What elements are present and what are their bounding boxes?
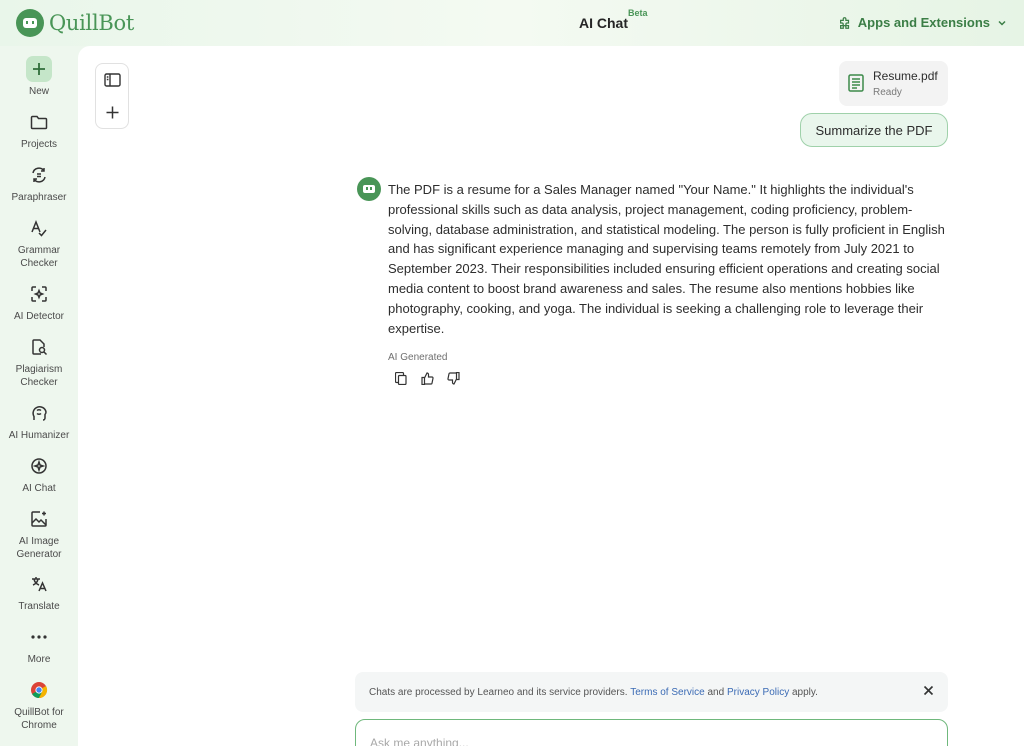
document-icon	[848, 74, 864, 92]
privacy-policy-link[interactable]: Privacy Policy	[727, 687, 789, 698]
sidebar-toggle-icon	[103, 73, 121, 87]
chat-icon	[26, 453, 52, 479]
chevron-down-icon	[998, 20, 1006, 26]
privacy-notice: Chats are processed by Learneo and its s…	[355, 672, 948, 712]
chat-input[interactable]	[370, 736, 930, 746]
chrome-icon	[26, 677, 52, 703]
close-icon[interactable]	[923, 685, 934, 696]
sidebar-item-projects[interactable]: Projects	[0, 109, 78, 151]
sidebar: New Projects Paraphraser Grammar Checker…	[0, 46, 78, 746]
apps-and-extensions-button[interactable]: Apps and Extensions	[838, 15, 1008, 30]
sidebar-item-ai-detector[interactable]: AI Detector	[0, 281, 78, 323]
humanizer-icon	[26, 400, 52, 426]
sidebar-item-paraphraser[interactable]: Paraphraser	[0, 162, 78, 204]
paraphraser-icon	[26, 162, 52, 188]
chat-toolbar	[95, 63, 129, 129]
top-header: QuillBot AI Chat Beta Apps and Extension…	[0, 0, 1024, 46]
bot-avatar-icon	[357, 177, 381, 201]
thumbs-down-button[interactable]	[445, 370, 461, 386]
sidebar-item-label: Plagiarism Checker	[15, 364, 63, 388]
sidebar-item-label: Grammar Checker	[17, 245, 61, 269]
sidebar-item-translate[interactable]: Translate	[0, 571, 78, 613]
translate-icon	[26, 571, 52, 597]
message-actions	[393, 370, 461, 386]
sidebar-item-label: Paraphraser	[11, 192, 67, 203]
sidebar-item-grammar-checker[interactable]: Grammar Checker	[0, 215, 78, 270]
sidebar-item-label: Translate	[18, 601, 60, 612]
plagiarism-icon	[26, 334, 52, 360]
copy-button[interactable]	[393, 370, 409, 386]
sidebar-item-label: QuillBot for Chrome	[14, 707, 64, 731]
notice-apply: apply.	[792, 686, 818, 698]
sidebar-item-plagiarism-checker[interactable]: Plagiarism Checker	[0, 334, 78, 389]
sidebar-item-label: More	[27, 654, 51, 665]
thumbs-down-icon	[446, 371, 460, 385]
copy-icon	[395, 371, 407, 385]
folder-icon	[26, 109, 52, 135]
sidebar-item-label: Projects	[20, 139, 58, 150]
apps-label: Apps and Extensions	[857, 15, 990, 30]
ai-generated-label: AI Generated	[388, 352, 448, 363]
page-title: AI Chat	[579, 15, 628, 31]
beta-badge: Beta	[628, 8, 648, 18]
sidebar-item-label: AI Detector	[13, 311, 65, 322]
file-name: Resume.pdf	[873, 69, 938, 83]
thumbs-up-button[interactable]	[419, 370, 435, 386]
sidebar-item-quillbot-for-chrome[interactable]: QuillBot for Chrome	[0, 677, 78, 732]
attached-file-card[interactable]: Resume.pdf Ready	[839, 61, 948, 106]
more-icon	[26, 624, 52, 650]
user-message-bubble: Summarize the PDF	[800, 113, 948, 147]
chat-panel: Resume.pdf Ready Summarize the PDF The P…	[78, 46, 1024, 746]
terms-of-service-link[interactable]: Terms of Service	[630, 687, 704, 698]
sidebar-item-new[interactable]: New	[0, 56, 78, 98]
sidebar-item-ai-chat[interactable]: AI Chat	[0, 453, 78, 495]
sidebar-item-more[interactable]: More	[0, 624, 78, 666]
sidebar-item-ai-image-generator[interactable]: AI Image Generator	[0, 506, 78, 561]
grammar-icon	[26, 215, 52, 241]
new-chat-button[interactable]	[96, 96, 128, 128]
sidebar-item-label: AI Chat	[22, 483, 56, 494]
quillbot-logo-icon	[16, 9, 44, 37]
sidebar-item-label: New	[28, 86, 49, 97]
notice-and: and	[707, 686, 725, 698]
thumbs-up-icon	[420, 371, 434, 385]
chat-input-container	[355, 719, 948, 746]
sidebar-item-label: AI Humanizer	[8, 430, 70, 441]
sidebar-item-ai-humanizer[interactable]: AI Humanizer	[0, 400, 78, 442]
logo-text: QuillBot	[49, 11, 135, 35]
quillbot-logo[interactable]: QuillBot	[16, 9, 134, 37]
puzzle-icon	[839, 16, 849, 29]
plus-icon	[106, 106, 118, 118]
toggle-sidebar-button[interactable]	[96, 64, 128, 96]
notice-text: Chats are processed by Learneo and its s…	[369, 686, 628, 698]
detector-icon	[26, 281, 52, 307]
file-status: Ready	[873, 87, 902, 98]
sidebar-item-label: AI Image Generator	[16, 536, 62, 560]
image-icon	[26, 506, 52, 532]
plus-icon	[26, 56, 52, 82]
bot-message: The PDF is a resume for a Sales Manager …	[388, 182, 945, 336]
